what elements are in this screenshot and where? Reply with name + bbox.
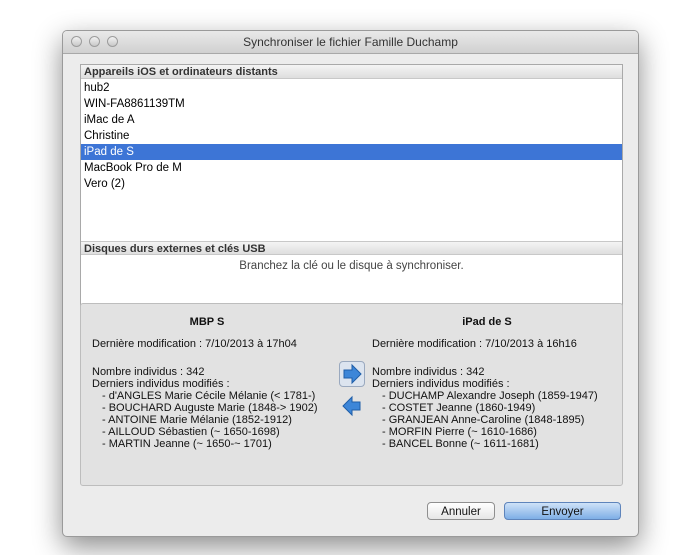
list-item: - COSTET Jeanne (1860-1949) [382, 402, 536, 414]
remote-last-modified: Dernière modification : 7/10/2013 à 16h1… [372, 338, 577, 350]
receive-direction-button[interactable] [339, 393, 365, 419]
local-recent-list: - d'ANGLES Marie Cécile Mélanie (< 1781-… [92, 390, 322, 450]
device-item-macbook[interactable]: MacBook Pro de M [81, 160, 622, 176]
local-recent-label: Derniers individus modifiés : [92, 378, 230, 390]
device-item-win[interactable]: WIN-FA8861139TM [81, 96, 622, 112]
device-item-ipad[interactable]: iPad de S [81, 144, 622, 160]
remote-name: iPad de S [462, 316, 512, 328]
usb-hint: Branchez la clé ou le disque à synchroni… [239, 260, 464, 272]
local-file-info: MBP S Dernière modification : 7/10/2013 … [92, 316, 322, 450]
device-item-imac[interactable]: iMac de A [81, 112, 622, 128]
remote-recent-label: Derniers individus modifiés : [372, 378, 510, 390]
list-item: - GRANJEAN Anne-Caroline (1848-1895) [382, 414, 585, 426]
list-item: - MORFIN Pierre (~ 1610-1686) [382, 426, 537, 438]
local-last-modified: Dernière modification : 7/10/2013 à 17h0… [92, 338, 297, 350]
device-item-hub2[interactable]: hub2 [81, 80, 622, 96]
arrow-right-icon [343, 363, 362, 385]
usb-drives-header: Disques durs externes et clés USB [81, 241, 622, 255]
list-item: - AILLOUD Sébastien (~ 1650-1698) [102, 426, 280, 438]
device-item-vero[interactable]: Vero (2) [81, 176, 622, 192]
ios-devices-header: Appareils iOS et ordinateurs distants [81, 65, 622, 79]
send-button[interactable]: Envoyer [504, 502, 621, 520]
local-count: Nombre individus : 342 [92, 366, 205, 378]
sync-dialog: Synchroniser le fichier Famille Duchamp … [62, 30, 639, 537]
cancel-button[interactable]: Annuler [427, 502, 495, 520]
send-direction-button[interactable] [339, 361, 365, 387]
list-item: - d'ANGLES Marie Cécile Mélanie (< 1781-… [102, 390, 316, 402]
local-name: MBP S [189, 316, 225, 328]
list-item: - MARTIN Jeanne (~ 1650-~ 1701) [102, 438, 272, 450]
device-list: Appareils iOS et ordinateurs distants hu… [80, 64, 623, 327]
list-item: - BANCEL Bonne (~ 1611-1681) [382, 438, 539, 450]
list-item: - BOUCHARD Auguste Marie (1848-> 1902) [102, 402, 318, 414]
remote-recent-list: - DUCHAMP Alexandre Joseph (1859-1947) -… [372, 390, 602, 450]
list-item: - ANTOINE Marie Mélanie (1852-1912) [102, 414, 292, 426]
remote-count: Nombre individus : 342 [372, 366, 485, 378]
comparison-panel: MBP S Dernière modification : 7/10/2013 … [80, 303, 623, 486]
window-title: Synchroniser le fichier Famille Duchamp [243, 35, 458, 49]
list-item: - DUCHAMP Alexandre Joseph (1859-1947) [382, 390, 598, 402]
device-item-christine[interactable]: Christine [81, 128, 622, 144]
arrow-left-icon [342, 395, 361, 417]
remote-file-info: iPad de S Dernière modification : 7/10/2… [372, 316, 602, 450]
title-bar: Synchroniser le fichier Famille Duchamp [63, 31, 638, 54]
